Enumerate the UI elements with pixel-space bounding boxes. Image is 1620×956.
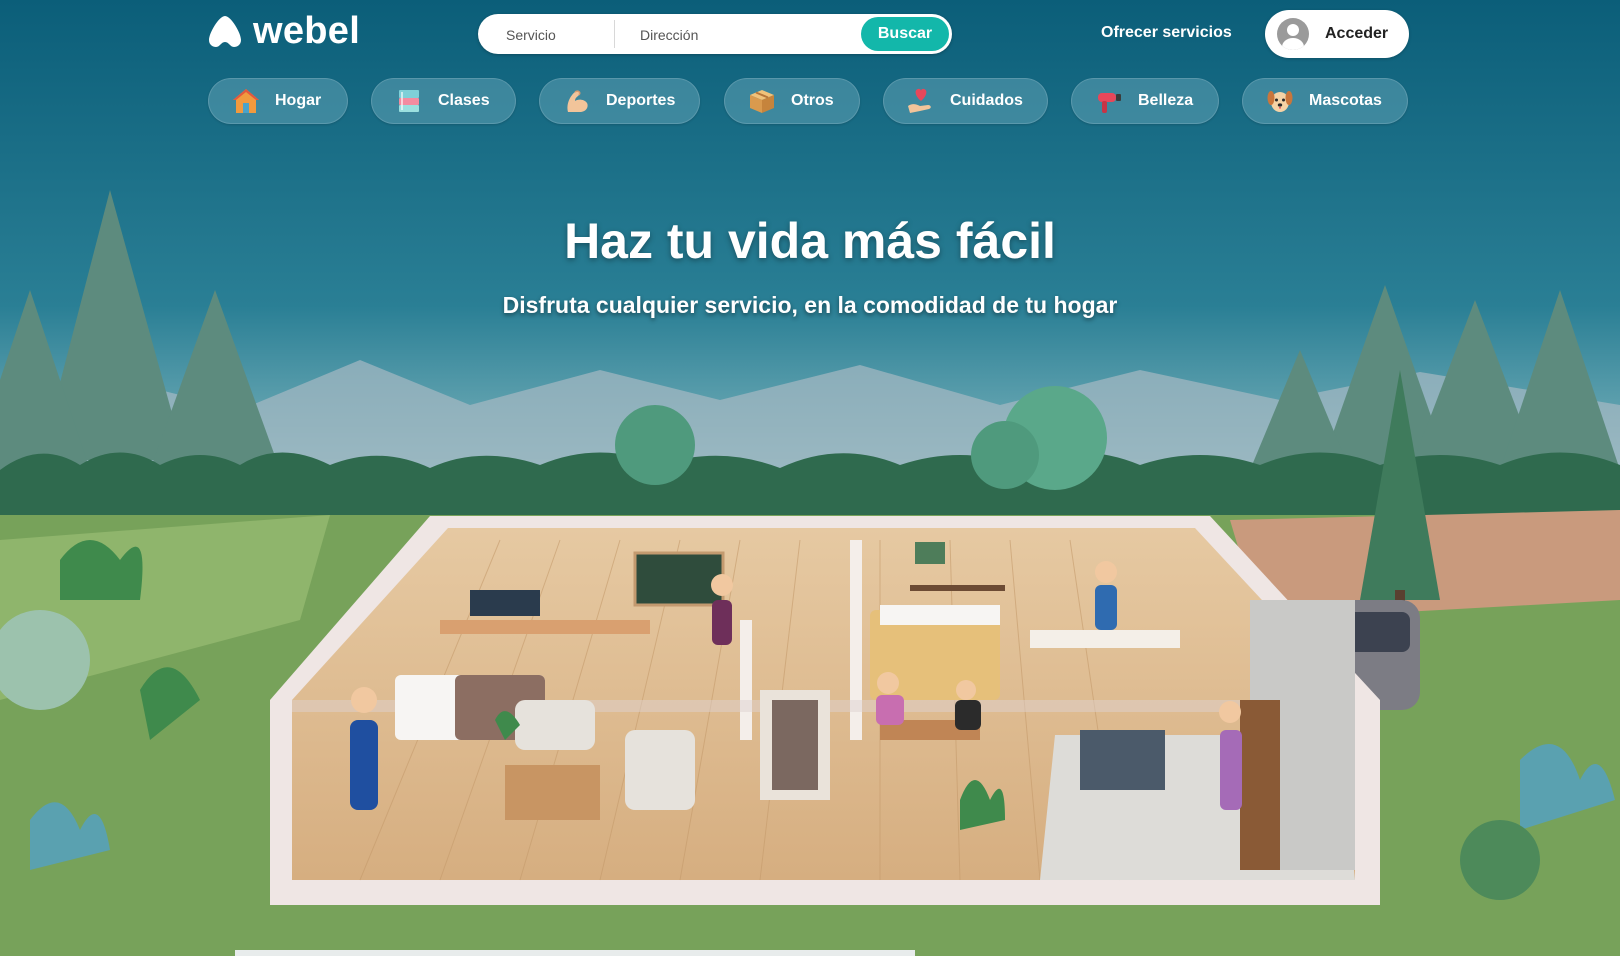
hero-subtitle: Disfruta cualquier servicio, en la comod… [502, 292, 1118, 318]
heart-hand-icon [908, 88, 931, 113]
address-input[interactable] [638, 14, 862, 56]
category-label: Hogar [275, 92, 322, 109]
hero-illustration [0, 0, 1620, 956]
category-label: Clases [438, 92, 490, 109]
house-icon [233, 89, 259, 113]
category-bar: Hogar Clases Deportes Otros Cuidados Bel… [0, 78, 1620, 124]
category-otros[interactable]: Otros [724, 78, 860, 124]
box-icon [750, 90, 774, 113]
user-avatar-icon [1277, 18, 1309, 50]
category-belleza[interactable]: Belleza [1071, 78, 1219, 124]
webel-logo-icon [209, 16, 241, 47]
service-input[interactable] [504, 14, 608, 56]
category-label: Deportes [606, 92, 676, 109]
category-label: Cuidados [950, 92, 1023, 109]
category-cuidados[interactable]: Cuidados [883, 78, 1048, 124]
dog-icon [1267, 91, 1293, 112]
offer-services-link[interactable]: Ofrecer servicios [1101, 24, 1232, 42]
brand-logo[interactable]: webel [207, 12, 360, 50]
category-label: Mascotas [1309, 92, 1382, 109]
books-icon [399, 90, 419, 112]
search-divider [614, 20, 615, 48]
category-mascotas[interactable]: Mascotas [1242, 78, 1408, 124]
brand-name: webel [253, 10, 361, 52]
hero-title: Haz tu vida más fácil [564, 213, 1056, 269]
category-deportes[interactable]: Deportes [539, 78, 700, 124]
login-label: Acceder [1325, 25, 1389, 42]
flexed-arm-icon [567, 90, 588, 112]
category-label: Otros [791, 92, 834, 109]
search-bar: Buscar [478, 14, 952, 56]
category-hogar[interactable]: Hogar [208, 78, 348, 124]
category-clases[interactable]: Clases [371, 78, 516, 124]
category-label: Belleza [1138, 92, 1194, 109]
search-button[interactable]: Buscar [861, 17, 949, 51]
login-button[interactable]: Acceder [1265, 10, 1409, 58]
top-navbar: webel Buscar Ofrecer servicios Acceder [0, 0, 1620, 70]
hair-dryer-icon [1098, 93, 1121, 113]
